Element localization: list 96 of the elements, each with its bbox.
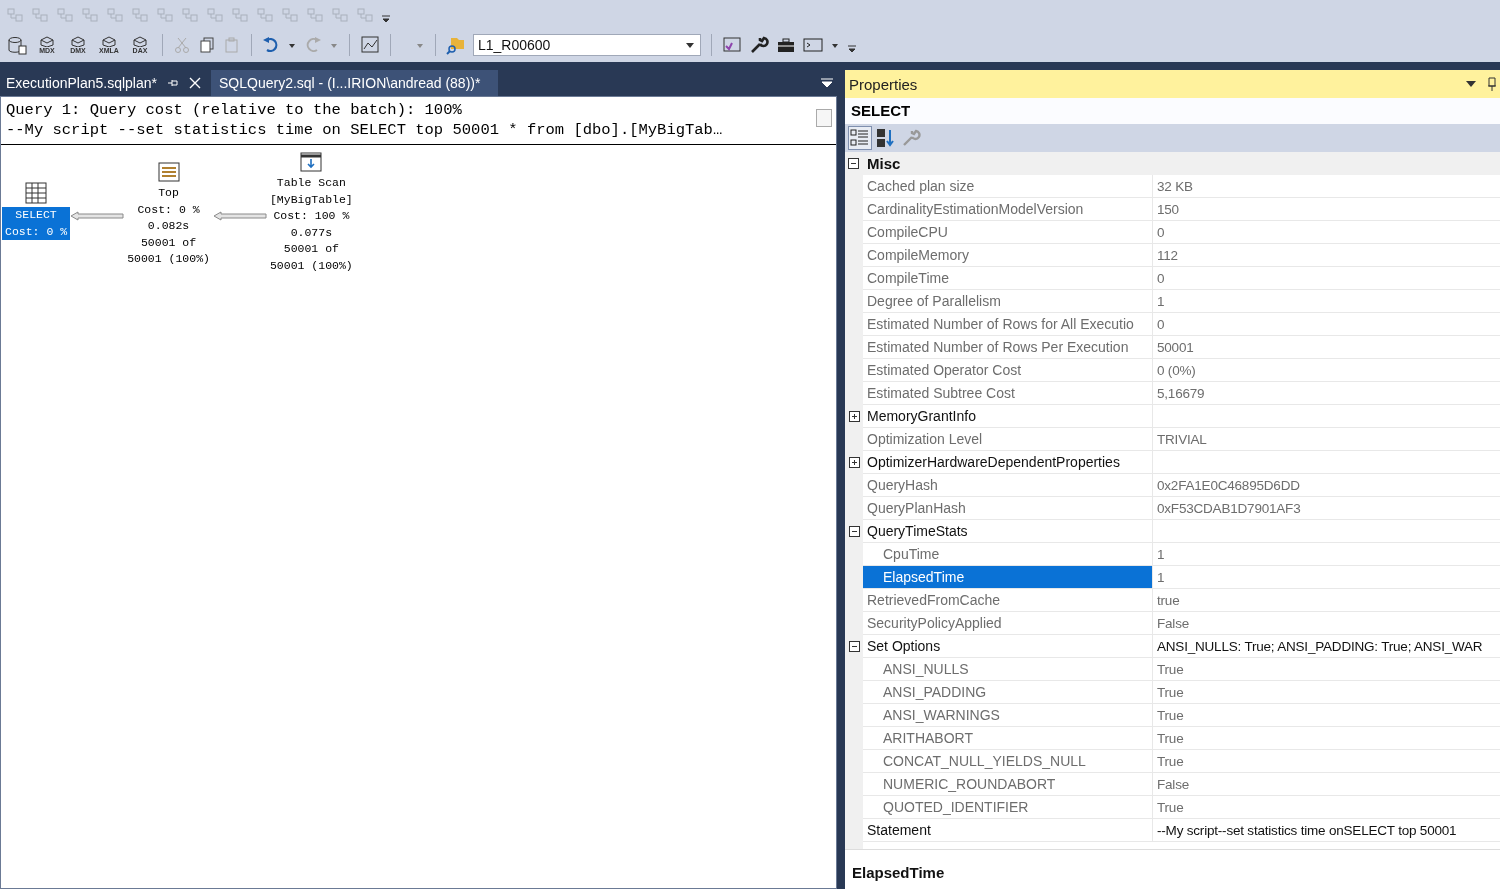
property-value[interactable]: 50001 <box>1153 336 1500 359</box>
tab-menu-icon[interactable] <box>821 78 833 88</box>
property-name[interactable]: Optimization Level <box>863 428 1153 451</box>
property-value[interactable]: True <box>1153 750 1500 773</box>
wrench-icon[interactable] <box>749 35 769 55</box>
property-value[interactable]: 150 <box>1153 198 1500 221</box>
property-name[interactable]: QueryTimeStats <box>863 520 1153 543</box>
property-value[interactable]: 0 <box>1153 313 1500 336</box>
table-scan-icon[interactable] <box>299 151 324 173</box>
folder-search-icon[interactable] <box>446 35 466 55</box>
cube-icon <box>70 35 86 47</box>
list-icon[interactable] <box>156 161 181 183</box>
caret-icon[interactable] <box>686 42 694 48</box>
property-name[interactable]: CompileTime <box>863 267 1153 290</box>
terminal-icon[interactable] <box>803 35 823 55</box>
property-name[interactable]: QueryPlanHash <box>863 497 1153 520</box>
flow-arrow <box>212 211 267 221</box>
property-name[interactable]: Estimated Number of Rows Per Execution <box>863 336 1153 359</box>
property-value[interactable]: False <box>1153 773 1500 796</box>
property-name[interactable]: ANSI_PADDING <box>863 681 1153 704</box>
property-name[interactable]: RetrievedFromCache <box>863 589 1153 612</box>
expand-icon[interactable] <box>848 641 860 652</box>
copy-icon[interactable] <box>198 36 216 54</box>
object-name: SELECT <box>845 98 1500 124</box>
property-name[interactable]: QUOTED_IDENTIFIER <box>863 796 1153 819</box>
toolbox-icon[interactable] <box>776 35 796 55</box>
pin-icon[interactable] <box>167 77 179 89</box>
collapse-icon[interactable] <box>848 158 859 169</box>
pin-icon[interactable] <box>1488 77 1496 91</box>
property-value[interactable]: 1 <box>1153 290 1500 313</box>
database-dropdown[interactable]: L1_R00600 <box>473 34 701 56</box>
property-name[interactable]: MemoryGrantInfo <box>863 405 1153 428</box>
property-name[interactable]: Degree of Parallelism <box>863 290 1153 313</box>
property-value[interactable]: 0 <box>1153 267 1500 290</box>
flow-arrow <box>70 211 125 221</box>
property-name[interactable]: ARITHABORT <box>863 727 1153 750</box>
document-tab[interactable]: SQLQuery2.sql - (I...IRION\andread (88))* <box>211 70 499 96</box>
property-name[interactable]: CompileCPU <box>863 221 1153 244</box>
property-name[interactable]: ANSI_WARNINGS <box>863 704 1153 727</box>
collapse-button[interactable] <box>816 109 832 127</box>
expand-icon[interactable] <box>848 526 860 537</box>
property-value[interactable]: true <box>1153 589 1500 612</box>
property-name[interactable]: SecurityPolicyApplied <box>863 612 1153 635</box>
operator-label[interactable]: Table Scan [MyBigTable] Cost: 100 % 0.077s 50001 of 50001 (100%) <box>266 175 356 274</box>
close-icon[interactable] <box>189 77 201 89</box>
property-value[interactable]: 0x2FA1E0C46895D6DD <box>1153 474 1500 497</box>
property-name[interactable]: Cached plan size <box>863 175 1153 198</box>
sort-alphabetical-icon[interactable] <box>875 127 897 149</box>
property-value[interactable]: ANSI_NULLS: True; ANSI_PADDING: True; ANSI_WAR <box>1153 635 1500 658</box>
query-text: Query 1: Query cost (relative to the batch): 100% <box>6 100 463 120</box>
property-name[interactable]: CompileMemory <box>863 244 1153 267</box>
expand-icon[interactable] <box>848 457 860 468</box>
property-value[interactable]: True <box>1153 658 1500 681</box>
dropdown-icon[interactable] <box>1466 81 1476 87</box>
operator-label[interactable]: SELECT Cost: 0 % <box>2 207 71 240</box>
property-value[interactable]: False <box>1153 612 1500 635</box>
cube-icon <box>101 35 117 47</box>
operator-label[interactable]: Top Cost: 0 % 0.082s 50001 of 50001 (100%) <box>124 185 213 268</box>
property-value[interactable]: 1 <box>1153 543 1500 566</box>
property-value[interactable]: True <box>1153 681 1500 704</box>
property-value[interactable]: True <box>1153 796 1500 819</box>
property-name[interactable]: Statement <box>863 819 1153 842</box>
property-name[interactable]: QueryHash <box>863 474 1153 497</box>
property-name[interactable]: CONCAT_NULL_YIELDS_NULL <box>863 750 1153 773</box>
property-value[interactable]: 5,16679 <box>1153 382 1500 405</box>
property-value[interactable]: True <box>1153 727 1500 750</box>
property-value[interactable]: TRIVIAL <box>1153 428 1500 451</box>
property-value[interactable]: 0xF53CDAB1D7901AF3 <box>1153 497 1500 520</box>
property-name[interactable]: ANSI_NULLS <box>863 658 1153 681</box>
description-title: ElapsedTime <box>845 849 1500 889</box>
property-name[interactable]: CardinalityEstimationModelVersion <box>863 198 1153 221</box>
property-name[interactable]: OptimizerHardwareDependentProperties <box>863 451 1153 474</box>
table-icon[interactable] <box>24 181 49 205</box>
expand-icon[interactable] <box>848 411 860 422</box>
property-value[interactable]: 112 <box>1153 244 1500 267</box>
panel-title: Properties <box>849 75 918 93</box>
property-name[interactable]: ElapsedTime <box>863 566 1153 589</box>
property-name[interactable]: Estimated Subtree Cost <box>863 382 1153 405</box>
undo-icon[interactable] <box>262 36 280 54</box>
chart-icon[interactable] <box>360 35 380 55</box>
property-name[interactable]: Estimated Operator Cost <box>863 359 1153 382</box>
property-value[interactable]: 0 <box>1153 221 1500 244</box>
cube-icon <box>132 35 148 47</box>
property-name[interactable]: Estimated Number of Rows for All Executio <box>863 313 1153 336</box>
query-text: --My script --set statistics time on SELECT top 50001 * from [dbo].[MyBigTab… <box>6 120 724 140</box>
property-name[interactable]: NUMERIC_ROUNDABORT <box>863 773 1153 796</box>
property-value[interactable]: 0 (0%) <box>1153 359 1500 382</box>
property-value[interactable]: --My script--set statistics time onSELECT top 50001 <box>1153 819 1500 842</box>
window-icon[interactable] <box>722 35 742 55</box>
property-value[interactable]: 32 KB <box>1153 175 1500 198</box>
property-value[interactable]: 1 <box>1153 566 1500 589</box>
property-value[interactable]: True <box>1153 704 1500 727</box>
database-query-icon[interactable] <box>6 34 28 56</box>
property-name[interactable]: Set Options <box>863 635 1153 658</box>
category-label: Misc <box>867 155 901 172</box>
cube-icon <box>39 35 55 47</box>
